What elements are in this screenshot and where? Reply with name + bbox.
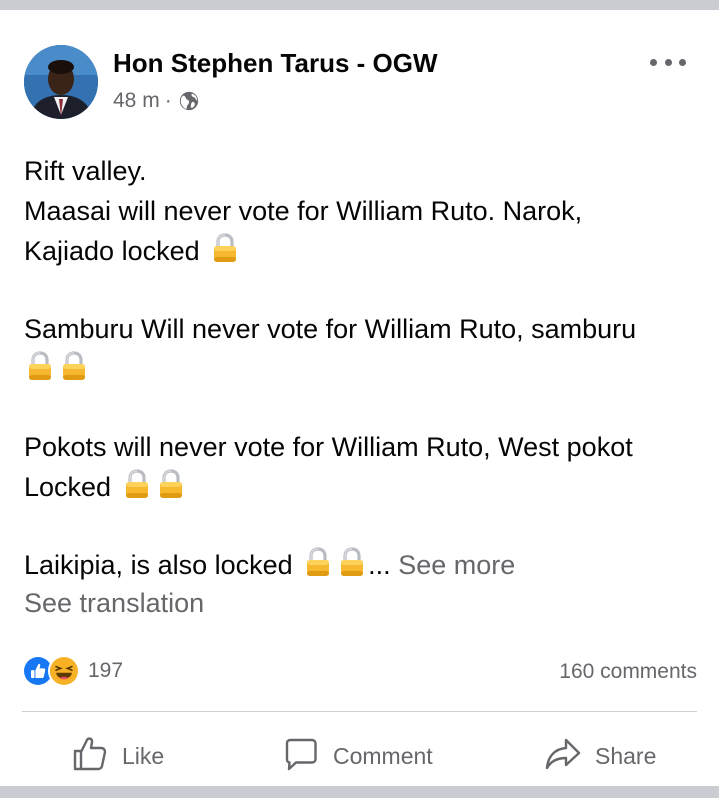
post-line-text: Laikipia, is also locked	[24, 550, 293, 580]
meta-separator: ·	[164, 89, 172, 112]
reactions-summary[interactable]: 197	[22, 655, 123, 687]
see-translation-link[interactable]: See translation	[24, 588, 204, 619]
post-line: Kajiado locked	[24, 231, 704, 271]
post-line: Rift valley.	[24, 156, 147, 186]
post-line: Laikipia, is also locked ... See more	[24, 545, 704, 585]
post-line: Pokots will never vote for William Ruto,…	[24, 432, 633, 462]
comment-label: Comment	[333, 742, 433, 769]
post-line-text: Locked	[24, 472, 112, 502]
haha-reaction-icon	[48, 655, 80, 687]
comments-count[interactable]: 160 comments	[559, 660, 697, 684]
comment-button[interactable]: Comment	[281, 728, 433, 784]
post-body: Rift valley. Maasai will never vote for …	[24, 151, 704, 585]
post-line: Locked	[24, 467, 704, 507]
divider	[22, 711, 697, 712]
share-button[interactable]: Share	[543, 728, 656, 784]
ellipsis: ...	[368, 550, 391, 580]
see-more-link[interactable]: See more	[398, 550, 515, 580]
share-arrow-icon	[543, 734, 583, 779]
like-label: Like	[122, 742, 165, 769]
lock-emoji-icon	[58, 350, 90, 382]
post-line-text: Kajiado locked	[24, 236, 200, 266]
feed-post: Hon Stephen Tarus - OGW 48 m · Rift vall…	[0, 10, 719, 786]
lock-emoji-icon	[302, 546, 334, 578]
lock-emoji-icon	[209, 232, 241, 264]
thumbs-up-icon	[70, 734, 110, 779]
post-actions: Like Comment Share	[0, 728, 719, 784]
post-paragraph: Samburu Will never vote for William Ruto…	[24, 309, 704, 389]
lock-emoji-icon	[336, 546, 368, 578]
post-paragraph: Rift valley. Maasai will never vote for …	[24, 151, 704, 271]
share-label: Share	[595, 742, 657, 769]
globe-icon[interactable]	[178, 90, 200, 112]
comment-icon	[281, 734, 321, 779]
post-paragraph: Laikipia, is also locked ... See more	[24, 545, 704, 585]
more-options-icon[interactable]	[650, 54, 686, 70]
lock-emoji-icon	[121, 468, 153, 500]
post-time[interactable]: 48 m	[113, 89, 160, 113]
author-avatar[interactable]	[24, 45, 98, 119]
author-name[interactable]: Hon Stephen Tarus - OGW	[113, 48, 438, 79]
post-line	[24, 349, 704, 389]
reaction-count: 197	[88, 659, 124, 682]
post-paragraph: Pokots will never vote for William Ruto,…	[24, 427, 704, 507]
post-line: Samburu Will never vote for William Ruto…	[24, 314, 637, 344]
like-button[interactable]: Like	[70, 728, 164, 784]
lock-emoji-icon	[155, 468, 187, 500]
post-meta: 48 m ·	[113, 89, 200, 113]
post-line: Maasai will never vote for William Ruto.…	[24, 196, 583, 226]
lock-emoji-icon	[24, 350, 56, 382]
